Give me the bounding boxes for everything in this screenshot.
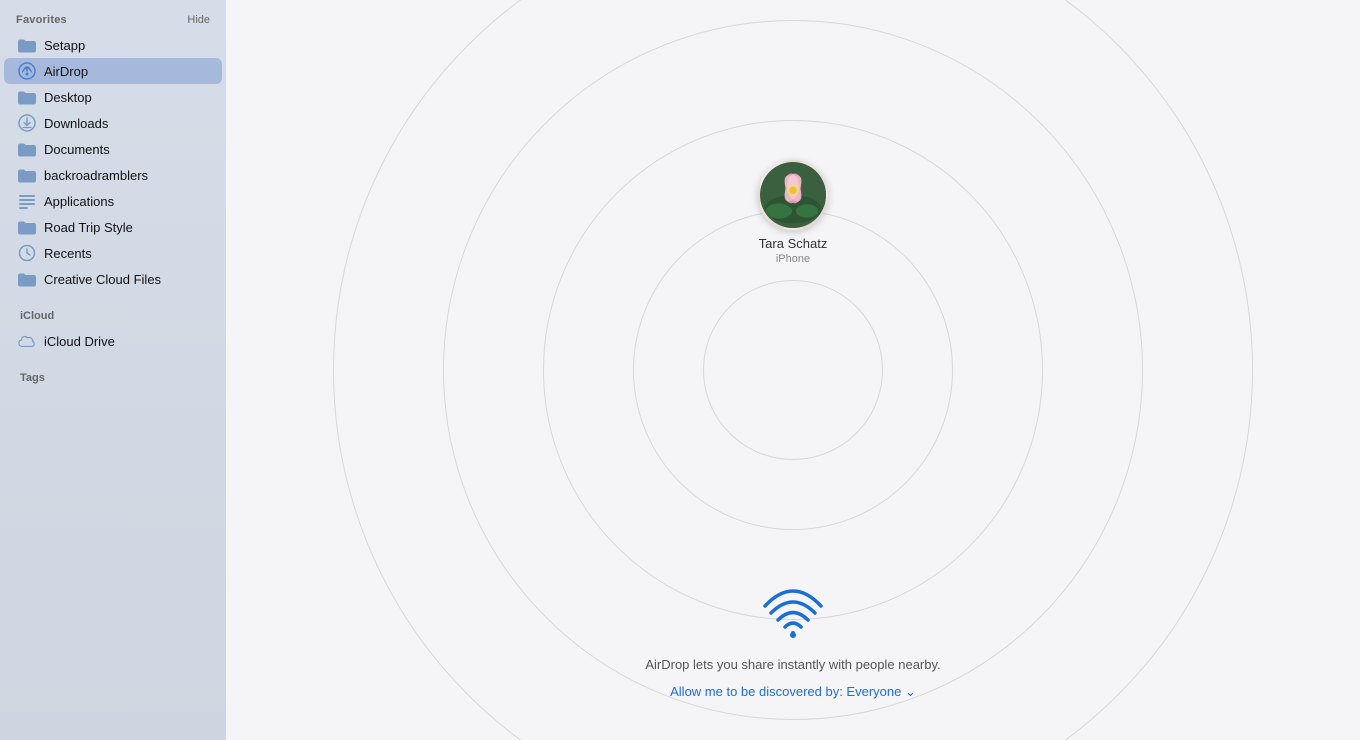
creative-cloud-icon	[18, 270, 36, 288]
main-content: Tara Schatz iPhone AirDrop lets you shar…	[226, 0, 1360, 740]
icloud-drive-icon	[18, 332, 36, 350]
sidebar: Favorites Hide Setapp AirDrop	[0, 0, 226, 740]
creative-cloud-label: Creative Cloud Files	[44, 272, 161, 287]
favorites-label: Favorites	[16, 14, 67, 26]
airdrop-icon	[18, 62, 36, 80]
documents-label: Documents	[44, 142, 110, 157]
airdrop-discovery-link[interactable]: Allow me to be discovered by: Everyone ⌄	[670, 684, 916, 700]
sidebar-item-road-trip-style[interactable]: Road Trip Style	[4, 214, 222, 240]
sidebar-item-setapp[interactable]: Setapp	[4, 32, 222, 58]
applications-label: Applications	[44, 194, 114, 209]
airdrop-bottom-area: AirDrop lets you share instantly with pe…	[226, 0, 1360, 740]
sidebar-item-applications[interactable]: Applications	[4, 188, 222, 214]
sidebar-header: Favorites Hide	[0, 0, 226, 32]
folder-icon	[18, 36, 36, 54]
applications-icon	[18, 192, 36, 210]
sidebar-item-documents[interactable]: Documents	[4, 136, 222, 162]
airdrop-waves-icon	[761, 581, 825, 645]
sidebar-item-backroadramblers[interactable]: backroadramblers	[4, 162, 222, 188]
sidebar-item-recents[interactable]: Recents	[4, 240, 222, 266]
airdrop-icon-area: AirDrop lets you share instantly with pe…	[645, 581, 940, 700]
sidebar-item-icloud-drive[interactable]: iCloud Drive	[4, 328, 222, 354]
icloud-section-divider: iCloud	[16, 306, 210, 324]
road-trip-style-label: Road Trip Style	[44, 220, 133, 235]
backroadramblers-label: backroadramblers	[44, 168, 148, 183]
airdrop-description: AirDrop lets you share instantly with pe…	[645, 657, 940, 672]
backroadramblers-icon	[18, 166, 36, 184]
setapp-label: Setapp	[44, 38, 85, 53]
tags-section-divider: Tags	[16, 368, 210, 386]
sidebar-item-airdrop[interactable]: AirDrop	[4, 58, 222, 84]
road-trip-style-icon	[18, 218, 36, 236]
recents-label: Recents	[44, 246, 92, 261]
hide-button[interactable]: Hide	[187, 14, 210, 26]
downloads-icon	[18, 114, 36, 132]
icloud-section-label: iCloud	[16, 310, 54, 322]
sidebar-item-creative-cloud[interactable]: Creative Cloud Files	[4, 266, 222, 292]
icloud-drive-label: iCloud Drive	[44, 334, 115, 349]
downloads-label: Downloads	[44, 116, 108, 131]
desktop-label: Desktop	[44, 90, 92, 105]
sidebar-item-downloads[interactable]: Downloads	[4, 110, 222, 136]
documents-icon	[18, 140, 36, 158]
recents-icon	[18, 244, 36, 262]
airdrop-label: AirDrop	[44, 64, 88, 79]
tags-section-label: Tags	[16, 372, 45, 384]
desktop-icon	[18, 88, 36, 106]
sidebar-item-desktop[interactable]: Desktop	[4, 84, 222, 110]
